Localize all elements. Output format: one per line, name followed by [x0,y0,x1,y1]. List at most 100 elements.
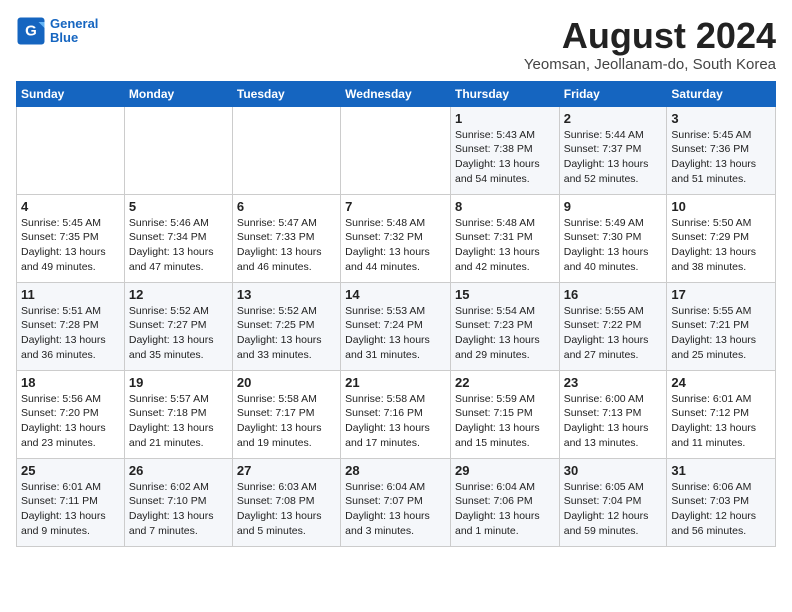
day-number: 10 [671,199,771,214]
day-number: 22 [455,375,555,390]
weekday-header-tuesday: Tuesday [232,81,340,106]
day-cell: 13 Sunrise: 5:52 AM Sunset: 7:25 PM Dayli… [232,282,340,370]
day-cell: 27 Sunrise: 6:03 AM Sunset: 7:08 PM Dayli… [232,458,340,546]
location: Yeomsan, Jeollanam-do, South Korea [524,56,776,73]
day-info: Sunrise: 5:48 AM Sunset: 7:31 PM Dayligh… [455,216,555,275]
day-cell: 19 Sunrise: 5:57 AM Sunset: 7:18 PM Dayli… [124,370,232,458]
day-cell: 6 Sunrise: 5:47 AM Sunset: 7:33 PM Daylig… [232,194,340,282]
day-cell: 1Sunrise: 5:43 AM Sunset: 7:38 PM Daylig… [450,106,559,194]
day-info: Sunrise: 5:46 AM Sunset: 7:34 PM Dayligh… [129,216,228,275]
day-info: Sunrise: 6:03 AM Sunset: 7:08 PM Dayligh… [237,480,336,539]
day-cell: 11Sunrise: 5:51 AM Sunset: 7:28 PM Dayli… [17,282,125,370]
day-cell [17,106,125,194]
svg-text:G: G [25,23,37,40]
weekday-header-friday: Friday [559,81,667,106]
day-info: Sunrise: 5:58 AM Sunset: 7:16 PM Dayligh… [345,392,446,451]
day-cell: 18 Sunrise: 5:56 AM Sunset: 7:20 PM Dayli… [17,370,125,458]
day-number: 9 [564,199,663,214]
day-cell [232,106,340,194]
day-cell: 16 Sunrise: 5:55 AM Sunset: 7:22 PM Dayli… [559,282,667,370]
day-number: 18 [21,375,120,390]
day-info: Sunrise: 6:06 AM Sunset: 7:03 PM Dayligh… [671,480,771,539]
page-header: G General Blue August 2024 Yeomsan, Jeol… [16,16,776,73]
day-cell: 29Sunrise: 6:04 AM Sunset: 7:06 PM Dayli… [450,458,559,546]
logo-line1: General [50,16,98,31]
day-info: Sunrise: 5:58 AM Sunset: 7:17 PM Dayligh… [237,392,336,451]
day-number: 28 [345,463,446,478]
day-cell: 17Sunrise: 5:55 AM Sunset: 7:21 PM Dayli… [667,282,776,370]
day-number: 21 [345,375,446,390]
day-cell [124,106,232,194]
day-cell: 24Sunrise: 6:01 AM Sunset: 7:12 PM Dayli… [667,370,776,458]
day-cell: 10 Sunrise: 5:50 AM Sunset: 7:29 PM Dayli… [667,194,776,282]
logo-text: General Blue [50,17,98,46]
day-number: 3 [671,111,771,126]
day-info: Sunrise: 5:45 AM Sunset: 7:35 PM Dayligh… [21,216,120,275]
weekday-header-sunday: Sunday [17,81,125,106]
title-block: August 2024 Yeomsan, Jeollanam-do, South… [524,16,776,73]
day-number: 14 [345,287,446,302]
day-info: Sunrise: 5:56 AM Sunset: 7:20 PM Dayligh… [21,392,120,451]
day-cell: 2 Sunrise: 5:44 AM Sunset: 7:37 PM Daylig… [559,106,667,194]
calendar-table: SundayMondayTuesdayWednesdayThursdayFrid… [16,81,776,547]
day-info: Sunrise: 5:43 AM Sunset: 7:38 PM Dayligh… [455,128,555,187]
day-number: 2 [564,111,663,126]
day-info: Sunrise: 5:44 AM Sunset: 7:37 PM Dayligh… [564,128,663,187]
day-info: Sunrise: 6:04 AM Sunset: 7:07 PM Dayligh… [345,480,446,539]
day-info: Sunrise: 5:50 AM Sunset: 7:29 PM Dayligh… [671,216,771,275]
day-cell: 23 Sunrise: 6:00 AM Sunset: 7:13 PM Dayli… [559,370,667,458]
day-info: Sunrise: 5:52 AM Sunset: 7:27 PM Dayligh… [129,304,228,363]
day-info: Sunrise: 5:54 AM Sunset: 7:23 PM Dayligh… [455,304,555,363]
day-number: 30 [564,463,663,478]
day-info: Sunrise: 5:57 AM Sunset: 7:18 PM Dayligh… [129,392,228,451]
day-cell: 12Sunrise: 5:52 AM Sunset: 7:27 PM Dayli… [124,282,232,370]
day-number: 6 [237,199,336,214]
weekday-header-monday: Monday [124,81,232,106]
day-number: 27 [237,463,336,478]
day-cell: 21 Sunrise: 5:58 AM Sunset: 7:16 PM Dayli… [341,370,451,458]
day-info: Sunrise: 6:01 AM Sunset: 7:12 PM Dayligh… [671,392,771,451]
day-info: Sunrise: 6:02 AM Sunset: 7:10 PM Dayligh… [129,480,228,539]
day-number: 29 [455,463,555,478]
day-number: 26 [129,463,228,478]
day-info: Sunrise: 5:59 AM Sunset: 7:15 PM Dayligh… [455,392,555,451]
day-number: 23 [564,375,663,390]
logo-line2: Blue [50,30,78,45]
day-cell: 5 Sunrise: 5:46 AM Sunset: 7:34 PM Daylig… [124,194,232,282]
day-number: 4 [21,199,120,214]
day-cell: 30 Sunrise: 6:05 AM Sunset: 7:04 PM Dayli… [559,458,667,546]
day-info: Sunrise: 6:00 AM Sunset: 7:13 PM Dayligh… [564,392,663,451]
day-info: Sunrise: 5:48 AM Sunset: 7:32 PM Dayligh… [345,216,446,275]
weekday-header-row: SundayMondayTuesdayWednesdayThursdayFrid… [17,81,776,106]
day-info: Sunrise: 5:45 AM Sunset: 7:36 PM Dayligh… [671,128,771,187]
day-info: Sunrise: 5:55 AM Sunset: 7:22 PM Dayligh… [564,304,663,363]
day-cell: 4 Sunrise: 5:45 AM Sunset: 7:35 PM Daylig… [17,194,125,282]
week-row-3: 11Sunrise: 5:51 AM Sunset: 7:28 PM Dayli… [17,282,776,370]
logo: G General Blue [16,16,98,46]
weekday-header-wednesday: Wednesday [341,81,451,106]
day-info: Sunrise: 5:52 AM Sunset: 7:25 PM Dayligh… [237,304,336,363]
month-year: August 2024 [524,16,776,56]
day-number: 19 [129,375,228,390]
week-row-5: 25Sunrise: 6:01 AM Sunset: 7:11 PM Dayli… [17,458,776,546]
day-info: Sunrise: 5:53 AM Sunset: 7:24 PM Dayligh… [345,304,446,363]
logo-icon: G [16,16,46,46]
week-row-4: 18 Sunrise: 5:56 AM Sunset: 7:20 PM Dayli… [17,370,776,458]
day-info: Sunrise: 5:51 AM Sunset: 7:28 PM Dayligh… [21,304,120,363]
day-info: Sunrise: 5:47 AM Sunset: 7:33 PM Dayligh… [237,216,336,275]
day-number: 5 [129,199,228,214]
day-cell: 8Sunrise: 5:48 AM Sunset: 7:31 PM Daylig… [450,194,559,282]
day-cell: 3 Sunrise: 5:45 AM Sunset: 7:36 PM Daylig… [667,106,776,194]
day-cell: 20 Sunrise: 5:58 AM Sunset: 7:17 PM Dayli… [232,370,340,458]
day-cell: 25Sunrise: 6:01 AM Sunset: 7:11 PM Dayli… [17,458,125,546]
day-number: 13 [237,287,336,302]
day-number: 25 [21,463,120,478]
day-info: Sunrise: 6:05 AM Sunset: 7:04 PM Dayligh… [564,480,663,539]
day-number: 20 [237,375,336,390]
weekday-header-saturday: Saturday [667,81,776,106]
day-cell: 31 Sunrise: 6:06 AM Sunset: 7:03 PM Dayli… [667,458,776,546]
day-number: 16 [564,287,663,302]
day-info: Sunrise: 5:49 AM Sunset: 7:30 PM Dayligh… [564,216,663,275]
day-number: 31 [671,463,771,478]
day-cell: 28 Sunrise: 6:04 AM Sunset: 7:07 PM Dayli… [341,458,451,546]
